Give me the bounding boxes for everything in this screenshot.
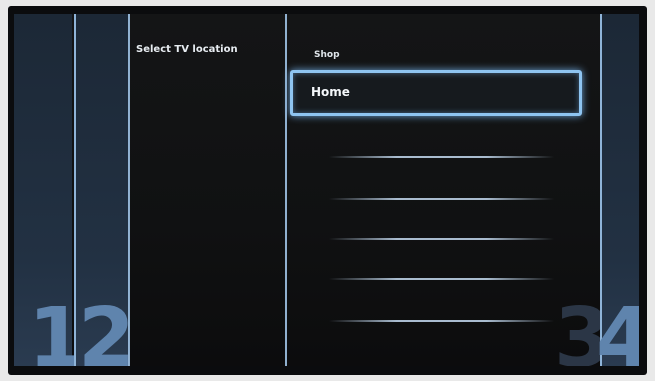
step-number-4: 4 bbox=[596, 291, 639, 367]
empty-option-row bbox=[329, 320, 554, 322]
tv-screen: 1 2 Select TV location Shop Home 3 4 bbox=[14, 14, 639, 366]
option-home-label: Home bbox=[311, 85, 350, 99]
option-shop[interactable]: Shop bbox=[314, 50, 340, 60]
panel-divider-right bbox=[285, 14, 287, 366]
empty-option-row bbox=[329, 238, 554, 240]
step-column-4: 4 bbox=[596, 14, 639, 366]
empty-option-row bbox=[329, 198, 554, 200]
panel-divider-left bbox=[128, 14, 130, 366]
empty-option-row bbox=[329, 156, 554, 158]
step-column-1: 1 bbox=[14, 14, 85, 366]
option-home[interactable]: Home bbox=[290, 70, 582, 116]
step-column-2: 2 bbox=[74, 14, 135, 366]
empty-option-row bbox=[329, 278, 554, 280]
step-number-2: 2 bbox=[78, 291, 136, 367]
panel-title: Select TV location bbox=[136, 44, 238, 55]
